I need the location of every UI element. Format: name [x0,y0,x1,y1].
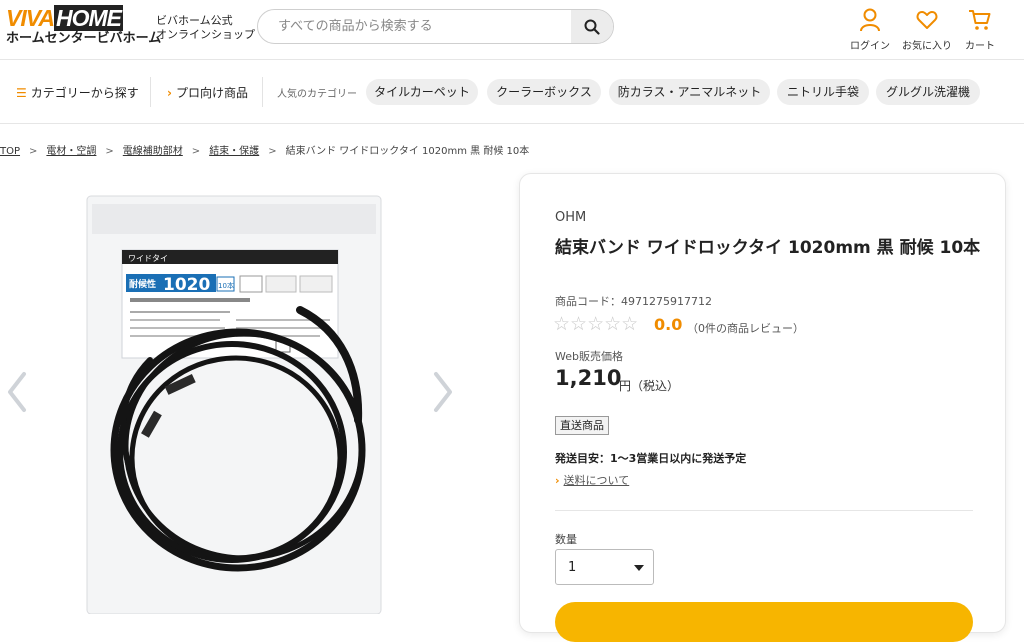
product-code: 商品コード：4971275917712 [555,295,712,308]
logo-viva: VIVA [6,5,55,31]
price-value: 1,210 [555,366,622,390]
chevron-left-icon [8,372,26,412]
rating-stars-icon: ☆☆☆☆☆ [553,313,639,335]
breadcrumb-top[interactable]: TOP [0,146,20,157]
pro-products-link[interactable]: › プロ向け商品 [167,84,248,101]
price-label: Web販売価格 [555,350,623,363]
rating-score: 0.0 [654,315,683,334]
breadcrumb-electric[interactable]: 電材・空調 [46,146,96,157]
breadcrumb-wire-parts[interactable]: 電線補助部材 [123,146,183,157]
breadcrumb-binding[interactable]: 結束・保護 [209,146,259,157]
quantity-value: 1 [568,560,577,575]
package-count: 10本 [218,281,234,290]
favorites-button[interactable]: お気に入り [901,8,953,53]
chip-guruguru-washer[interactable]: グルグル洗濯機 [876,79,980,105]
user-icon [860,8,880,32]
menu-icon: ☰ [16,86,27,100]
add-to-cart-button[interactable] [555,602,973,642]
search-icon [584,19,600,35]
quantity-label: 数量 [555,533,577,546]
search-box [257,9,614,44]
review-count-link[interactable]: （0件の商品レビュー） [687,320,804,336]
cart-label: カート [965,41,995,52]
divider [555,510,973,511]
gallery-next-button[interactable] [430,370,456,414]
category-bar: ☰ カテゴリーから探す › プロ向け商品 人気のカテゴリー タイルカーペット クーラ… [0,60,1024,124]
product-info-panel: OHM 結束バンド ワイドロックタイ 1020mm 黒 耐候 10本 商品コード… [519,173,1006,642]
logo-subtitle: ホームセンタービバホーム [6,30,162,45]
site-logo[interactable]: VIVAHOME ホームセンタービバホーム [6,5,162,50]
product-brand[interactable]: OHM [555,210,586,225]
shipping-fee-link[interactable]: › 送料について [555,472,629,488]
chip-tile-carpet[interactable]: タイルカーペット [366,79,478,105]
category-menu-link[interactable]: ☰ カテゴリーから探す [16,84,139,101]
direct-shipping-badge: 直送商品 [555,416,609,435]
product-gallery: ワイドタイ 耐候性 1020 10本 [0,180,500,614]
search-button[interactable] [571,10,613,43]
chip-crow-net[interactable]: 防カラス・アニマルネット [609,79,770,105]
site-header: VIVAHOME ホームセンタービバホーム ビバホーム公式 オンラインショップ … [0,0,1024,60]
chevron-right-icon: › [555,474,560,487]
login-label: ログイン [850,41,890,52]
price-unit: 円（税込） [619,379,680,393]
cart-icon [969,10,991,30]
logo-home: HOME [53,5,123,31]
product-title: 結束バンド ワイドロックタイ 1020mm 黒 耐候 10本 [555,238,981,258]
divider [262,77,263,107]
popular-categories-label: 人気のカテゴリー [277,89,357,100]
shop-name: ビバホーム公式 オンラインショップ [156,14,255,41]
chip-nitrile-gloves[interactable]: ニトリル手袋 [777,79,869,105]
caret-down-icon [634,565,644,571]
chip-cooler-box[interactable]: クーラーボックス [487,79,601,105]
divider [150,77,151,107]
quantity-select[interactable]: 1 [555,549,654,585]
search-input[interactable] [278,10,568,43]
gallery-prev-button[interactable] [4,370,30,414]
heart-icon [916,11,938,29]
product-image[interactable]: ワイドタイ 耐候性 1020 10本 [0,180,500,614]
shipping-estimate: 発送目安：1〜3営業日以内に発送予定 [555,452,747,465]
chevron-right-icon: › [167,86,172,100]
breadcrumb: TOP > 電材・空調 > 電線補助部材 > 結束・保護 > 結束バンド ワイドロックタイ 10… [0,146,530,157]
login-button[interactable]: ログイン [844,8,896,53]
package-size: 1020 [163,275,210,295]
chevron-right-icon [434,372,452,412]
favorites-label: お気に入り [902,41,952,52]
breadcrumb-current: 結束バンド ワイドロックタイ 1020mm 黒 耐候 10本 [285,146,530,157]
package-brand: ワイドタイ [128,254,168,263]
package-feature: 耐候性 [129,278,156,290]
cart-button[interactable]: カート [954,8,1006,53]
